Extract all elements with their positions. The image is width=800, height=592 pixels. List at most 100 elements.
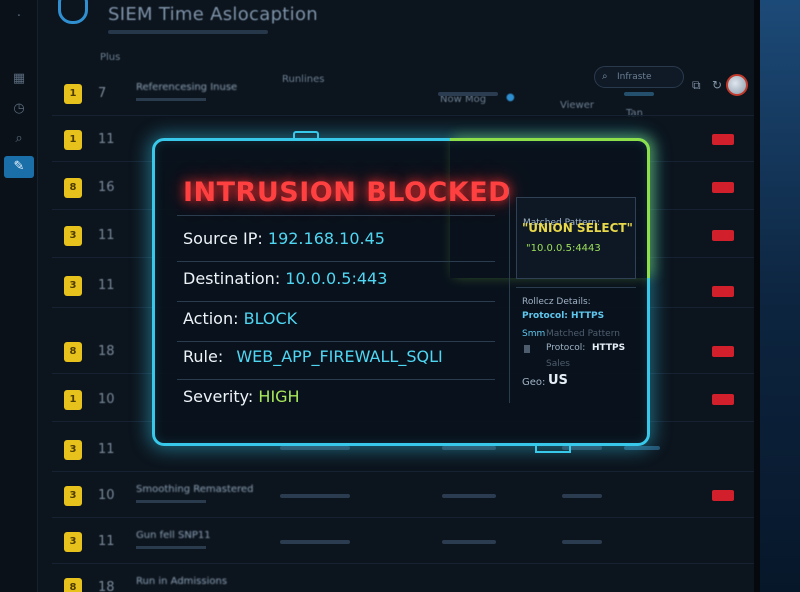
status-pill[interactable]	[712, 182, 734, 193]
row-number: 10	[98, 488, 115, 503]
matched-pattern-value: "UNION SELECT"	[522, 221, 633, 235]
row-value-bar	[280, 540, 350, 544]
source-ip-label: Source IP:	[183, 229, 263, 248]
menu-icon[interactable]: ·	[8, 6, 30, 28]
rule-field: Rule: WEB_APP_FIREWALL_SQLI	[183, 347, 443, 366]
rule-label: Rule:	[183, 347, 224, 366]
row-number: 11	[98, 278, 115, 293]
action-field: Action: BLOCK	[183, 309, 297, 328]
action-value: BLOCK	[243, 309, 298, 328]
table-row[interactable]: 3 10 Smoothing Remastered	[52, 474, 754, 518]
protocol-icon	[524, 345, 530, 353]
app-subtitle-line	[108, 30, 268, 34]
divider	[177, 301, 495, 302]
row-number: 7	[98, 86, 107, 101]
severity-badge: 1	[64, 84, 82, 104]
severity-badge: 1	[64, 390, 82, 410]
table-row[interactable]: 8 18 Run in Admissions	[52, 566, 754, 592]
row-subtext	[136, 546, 206, 549]
matched-pattern-box: Matched Pattern:	[516, 197, 636, 279]
monitor-screen: · ▦ ◷ ⌕ ✎ SIEM Time Aslocaption Plus Run…	[0, 0, 760, 592]
destination-field: Destination: 10.0.0.5:443	[183, 269, 387, 288]
row-description: Smoothing Remastered	[136, 484, 254, 495]
severity-badge: 3	[64, 532, 82, 552]
source-ip-value: 192.168.10.45	[267, 229, 385, 248]
zoom-icon[interactable]: ⌕	[8, 128, 30, 150]
row-number: 16	[98, 180, 115, 195]
destination-label: Destination:	[183, 269, 281, 288]
row-number: 10	[98, 392, 115, 407]
sales-label: Sales	[546, 359, 570, 369]
status-pill[interactable]	[712, 230, 734, 241]
history-icon[interactable]: ◷	[8, 98, 30, 120]
divider	[177, 261, 495, 262]
matched-target-value: "10.0.0.5:4443	[526, 243, 601, 254]
sidebar: · ▦ ◷ ⌕ ✎	[0, 0, 38, 592]
status-pill[interactable]	[712, 286, 734, 297]
alert-notch-bottom	[535, 445, 571, 453]
details-label: Rollecz Details:	[522, 297, 591, 307]
row-number: 11	[98, 442, 115, 457]
severity-badge: 8	[64, 578, 82, 592]
matched-pattern-dim: Matched Pattern	[546, 329, 620, 339]
background-light	[760, 0, 800, 592]
destination-value: 10.0.0.5:443	[285, 269, 388, 288]
intrusion-alert-panel: INTRUSION BLOCKED Source IP: 192.168.10.…	[152, 131, 650, 453]
status-pill[interactable]	[712, 346, 734, 357]
shield-logo-icon	[58, 0, 88, 24]
severity-badge: 3	[64, 440, 82, 460]
severity-value: HIGH	[258, 387, 300, 406]
row-value-bar	[280, 446, 350, 450]
row-subtext	[136, 98, 206, 101]
severity-badge: 1	[64, 130, 82, 150]
column-header-plus[interactable]: Plus	[100, 52, 120, 63]
protocol-label: Protocol:	[546, 343, 586, 353]
status-pill[interactable]	[712, 394, 734, 405]
protocol-value: HTTPS	[592, 343, 626, 353]
alert-notch-top	[293, 131, 319, 139]
source-ip-field: Source IP: 192.168.10.45	[183, 229, 385, 248]
table-row[interactable]: 3 11 Gun fell SNP11	[52, 520, 754, 564]
status-pill[interactable]	[712, 490, 734, 501]
row-number: 18	[98, 580, 115, 592]
severity-badge: 8	[64, 342, 82, 362]
row-value-bar	[438, 92, 498, 96]
alert-title: INTRUSION BLOCKED	[183, 177, 512, 208]
rule-value: WEB_APP_FIREWALL_SQLI	[236, 347, 443, 366]
severity-badge: 3	[64, 276, 82, 296]
row-description: Gun fell SNP11	[136, 530, 211, 541]
grid-icon[interactable]: ▦	[8, 68, 30, 90]
row-value-bar	[442, 494, 496, 498]
severity-field: Severity: HIGH	[183, 387, 300, 406]
row-status-bar	[624, 92, 654, 96]
row-status-bar	[624, 446, 660, 450]
protocol-line: Protocol: HTTPS	[522, 311, 605, 321]
pane-divider	[516, 287, 636, 288]
row-number: 11	[98, 228, 115, 243]
action-label: Action:	[183, 309, 239, 328]
divider	[177, 379, 495, 380]
row-number: 11	[98, 534, 115, 549]
row-value-bar	[562, 494, 602, 498]
severity-badge: 3	[64, 226, 82, 246]
row-number: 11	[98, 132, 115, 147]
row-value-bar	[442, 446, 496, 450]
severity-label: Severity:	[183, 387, 254, 406]
app-title: SIEM Time Aslocaption	[108, 4, 318, 25]
divider	[177, 341, 495, 342]
row-number: 18	[98, 344, 115, 359]
divider	[177, 215, 495, 216]
row-value-bar	[280, 494, 350, 498]
row-description: Referencesing Inuse	[136, 82, 238, 93]
details-pane: Matched Pattern: "UNION SELECT" "10.0.0.…	[509, 187, 639, 403]
table-row[interactable]: 1 7 Referencesing Inuse	[52, 72, 754, 116]
status-pill[interactable]	[712, 134, 734, 145]
sim-label: Smm	[522, 329, 546, 339]
severity-badge: 3	[64, 486, 82, 506]
severity-badge: 8	[64, 178, 82, 198]
row-value-bar	[442, 540, 496, 544]
geo-value: US	[548, 373, 568, 388]
geo-label: Geo:	[522, 377, 546, 388]
row-subtext	[136, 500, 206, 503]
wrench-icon[interactable]: ✎	[4, 156, 34, 178]
